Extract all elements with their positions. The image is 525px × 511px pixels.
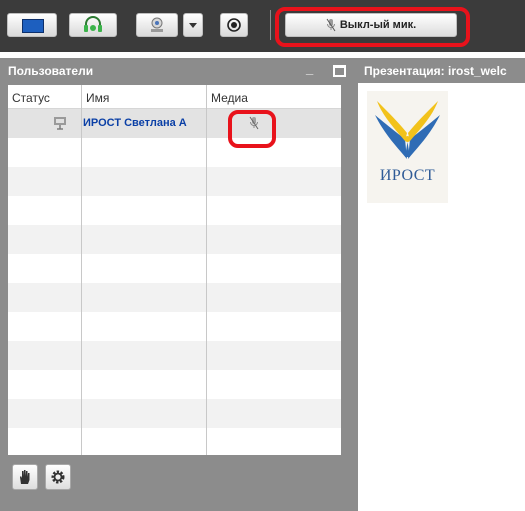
audio-button[interactable]	[69, 13, 117, 37]
raise-hand-button[interactable]	[12, 464, 38, 490]
presentation-panel: Презентация: irost_welc ИРОСТ	[349, 58, 525, 511]
empty-row	[8, 341, 341, 370]
logo-text: ИРОСТ	[379, 167, 436, 184]
empty-row	[8, 312, 341, 341]
webcam-icon	[151, 17, 163, 32]
share-desktop-button[interactable]	[7, 13, 57, 37]
hand-icon	[20, 470, 30, 484]
column-header-status[interactable]: Статус	[8, 85, 81, 109]
presenter-icon	[54, 117, 66, 130]
irost-logo: ИРОСТ	[367, 91, 448, 203]
users-panel-title: Пользователи	[8, 64, 94, 78]
empty-row	[8, 428, 341, 457]
empty-row	[8, 399, 341, 428]
toolbar-separator	[270, 10, 271, 40]
headset-icon	[84, 16, 102, 32]
highlight-mic-button	[275, 7, 470, 47]
webcam-button[interactable]	[136, 13, 178, 37]
presentation-title: Презентация: irost_welc	[364, 64, 507, 78]
column-divider	[206, 85, 207, 455]
wings-icon	[375, 101, 440, 159]
presentation-slide-area: ИРОСТ	[358, 83, 525, 511]
highlight-media-cell	[228, 110, 276, 148]
empty-row	[8, 196, 341, 225]
dropdown-arrow-icon	[189, 23, 197, 28]
empty-row	[8, 225, 341, 254]
empty-row	[8, 254, 341, 283]
settings-button[interactable]	[45, 464, 71, 490]
users-panel-header: Пользователи _	[8, 58, 349, 84]
users-panel: Пользователи _ Статус Имя Медиа ИРОСТ Св…	[0, 58, 349, 511]
users-grid: Статус Имя Медиа ИРОСТ Светлана А	[8, 85, 341, 455]
empty-row	[8, 283, 341, 312]
column-header-media[interactable]: Медиа	[207, 85, 341, 109]
user-name: ИРОСТ Светлана А	[83, 117, 187, 129]
webcam-dropdown[interactable]	[183, 13, 203, 37]
empty-row	[8, 370, 341, 399]
empty-row	[8, 167, 341, 196]
maximize-icon[interactable]	[333, 65, 346, 77]
column-header-name[interactable]: Имя	[82, 85, 206, 109]
record-icon	[227, 18, 241, 32]
empty-row	[8, 138, 341, 167]
gear-icon	[51, 470, 65, 484]
record-button[interactable]	[220, 13, 248, 37]
user-row[interactable]: ИРОСТ Светлана А	[8, 109, 341, 138]
column-divider	[81, 85, 82, 455]
desktop-icon	[22, 19, 44, 33]
minimize-icon[interactable]: _	[306, 61, 313, 76]
